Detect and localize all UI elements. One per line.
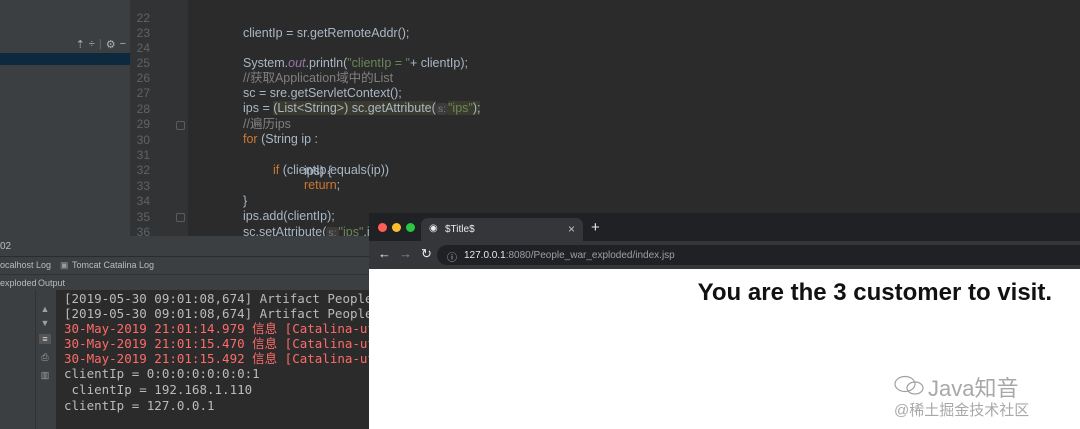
project-toolbar: ⇡ ÷ | ⚙ − xyxy=(0,35,130,53)
expand-all-icon[interactable]: ⇡ xyxy=(76,38,85,51)
minimize-window-button[interactable] xyxy=(392,223,401,232)
console-line: [2019-05-30 09:01:08,674] Artifact Peopl… xyxy=(64,291,370,306)
console-line: 30-May-2019 21:01:15.470 信息 [Catalina-ut xyxy=(64,336,370,351)
gear-icon[interactable]: ⚙ xyxy=(106,38,116,51)
code-line: 26 sc = sre.getServletContext(); xyxy=(130,55,402,101)
fold-icon[interactable] xyxy=(176,121,185,130)
code-text: } xyxy=(243,194,248,208)
code-line: 22 clientIp = sr.getRemoteAddr(); xyxy=(130,0,410,41)
hide-icon[interactable]: − xyxy=(120,38,126,50)
info-icon: ⓘ xyxy=(447,253,457,264)
code-text: if (clientIp.equals(ip)) xyxy=(273,163,390,177)
wechat-logo-icon xyxy=(894,375,924,395)
console-line: clientIp = 192.168.1.110 xyxy=(64,382,253,397)
browser-tab[interactable]: ◉ $Title$ × xyxy=(421,218,583,241)
watermark-site: @稀土掘金技术社区 xyxy=(894,402,1030,419)
scroll-down-icon[interactable]: ▼ xyxy=(39,318,51,328)
log-icon: ▣ xyxy=(60,260,69,270)
globe-icon: ◉ xyxy=(429,223,438,234)
browser-window: ◉ $Title$ × + ← → ↻ ⓘ 127.0.0.1:8080/Peo… xyxy=(369,213,1080,429)
visitor-count-message: You are the 3 customer to visit. xyxy=(697,279,1052,306)
console-line: 30-May-2019 21:01:14.979 信息 [Catalina-ut xyxy=(64,321,370,336)
code-line: 36 } xyxy=(130,209,218,270)
collapse-all-icon[interactable]: ÷ xyxy=(89,38,95,50)
console-output[interactable]: [2019-05-30 09:01:08,674] Artifact Peopl… xyxy=(56,290,370,429)
scroll-up-icon[interactable]: ▲ xyxy=(39,304,51,314)
output-label: Output xyxy=(38,278,66,288)
code-line: 24 System.out.println("clientIp = "+ cli… xyxy=(130,25,468,71)
code-line: 25 //获取Application域中的List xyxy=(130,40,393,86)
maximize-window-button[interactable] xyxy=(406,223,415,232)
run-tabs: ocalhost Log ▣ Tomcat Catalina Log xyxy=(0,256,370,275)
project-panel: ⇡ ÷ | ⚙ − xyxy=(0,0,131,236)
console-line: clientIp = 0:0:0:0:0:0:0:1 xyxy=(64,366,260,381)
code-line: 31 if (clientIp.equals(ip)) xyxy=(130,132,389,178)
code-line: 23 xyxy=(130,10,150,40)
new-tab-icon[interactable]: + xyxy=(591,219,600,236)
console-toolbar: ▲ ▼ ≡ ⎙ ▥ xyxy=(35,290,56,429)
forward-icon[interactable]: → xyxy=(399,246,412,261)
code-text: ips = (List<String>) sc.getAttribute(s: "… xyxy=(243,101,481,115)
param-hint: s: xyxy=(435,103,448,115)
code-text: ips.add(clientIp); xyxy=(243,209,335,223)
reload-icon[interactable]: ↻ xyxy=(421,246,432,262)
code-line: 32 return; xyxy=(130,147,341,193)
trash-icon[interactable]: ▥ xyxy=(39,370,51,380)
code-text: System.out.println("clientIp = "+ client… xyxy=(243,56,468,70)
address-bar[interactable]: ⓘ 127.0.0.1:8080/People_war_exploded/ind… xyxy=(437,245,1080,265)
console-line: clientIp = 127.0.0.1 xyxy=(64,398,215,413)
code-line: 29 for (String ip : xyxy=(130,101,318,147)
code-line: 34 ips.add(clientIp); xyxy=(130,178,335,224)
tab-catalina-log[interactable]: Tomcat Catalina Log xyxy=(72,260,154,270)
code-comment: //遍历ips xyxy=(243,117,291,131)
back-icon[interactable]: ← xyxy=(378,246,391,261)
code-line: 30 ips) { xyxy=(130,117,332,178)
browser-toolbar: ← → ↻ ⓘ 127.0.0.1:8080/People_war_explod… xyxy=(369,241,1080,269)
code-text: clientIp = sr.getRemoteAddr(); xyxy=(243,26,410,40)
run-header: 02 xyxy=(0,236,370,256)
code-line: 35 sc.setAttribute(s:"ips",ips); xyxy=(130,194,391,239)
run-config-number: 02 xyxy=(0,241,12,252)
code-text: return; xyxy=(304,178,341,192)
browser-tabbar: ◉ $Title$ × + xyxy=(369,213,1080,241)
print-icon[interactable]: ⎙ xyxy=(39,352,51,362)
close-window-button[interactable] xyxy=(378,223,387,232)
run-subheader: exploded Output xyxy=(0,274,370,291)
toolbar-separator: | xyxy=(98,38,102,50)
watermark: Java知音 @稀土掘金技术社区 xyxy=(886,371,1076,421)
code-line: 27 ips = (List<String>) sc.getAttribute(… xyxy=(130,70,481,115)
fold-icon[interactable] xyxy=(176,213,185,222)
url-text: 127.0.0.1:8080/People_war_exploded/index… xyxy=(464,250,675,261)
deployment-list[interactable] xyxy=(0,290,35,429)
run-panel: 02 ocalhost Log ▣ Tomcat Catalina Log ex… xyxy=(0,236,370,429)
page-content: You are the 3 customer to visit. Java知音 … xyxy=(369,269,1080,429)
console-line: 30-May-2019 21:01:15.492 信息 [Catalina-ut xyxy=(64,351,370,366)
code-comment: //获取Application域中的List xyxy=(243,71,394,85)
deployment-label: exploded xyxy=(0,278,37,288)
code-line: 28 //遍历ips xyxy=(130,86,291,132)
soft-wrap-icon[interactable]: ≡ xyxy=(39,334,51,344)
close-tab-icon[interactable]: × xyxy=(568,222,575,236)
console-line: [2019-05-30 09:01:08,674] Artifact Peopl… xyxy=(64,306,370,321)
project-selected-row[interactable] xyxy=(0,53,130,65)
code-text: sc = sre.getServletContext(); xyxy=(243,86,402,100)
code-text: for (String ip : xyxy=(243,132,319,146)
tab-title: $Title$ xyxy=(445,224,475,235)
code-editor[interactable]: 22 clientIp = sr.getRemoteAddr(); 23 24 … xyxy=(130,0,1080,270)
code-line: 33 } xyxy=(130,163,248,209)
tab-localhost-log[interactable]: ocalhost Log xyxy=(0,260,51,270)
